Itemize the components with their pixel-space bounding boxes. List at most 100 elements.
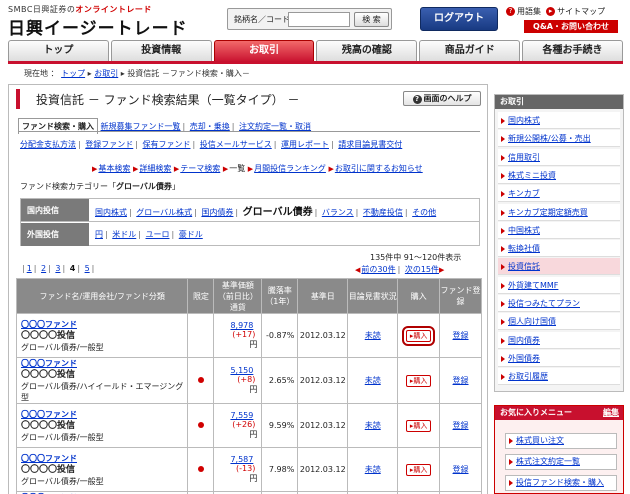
page-2[interactable]: 2: [41, 264, 46, 273]
sidebar-item[interactable]: 外貨建てMMF: [498, 276, 620, 294]
date-cell: 2012.03.12: [297, 357, 349, 404]
monthly-ranking-link[interactable]: 月間投信ランキング: [254, 164, 326, 173]
subnav-orders[interactable]: 注文約定一覧・取消: [239, 122, 311, 131]
tab-balance[interactable]: 残高の確認: [316, 40, 418, 62]
domestic-row: 国内投信 国内株式 | グローバル株式 | 国内債券 | グローバル債券 | バランス |…: [21, 199, 479, 222]
trade-notice-link[interactable]: お取引に関するお知らせ: [335, 164, 423, 173]
domestic-links: 国内株式 | グローバル株式 | 国内債券 | グローバル債券 | バランス | 不動産投…: [95, 206, 437, 218]
favorite-item[interactable]: 投信ファンド検索・購入: [505, 475, 617, 491]
sidebar-item[interactable]: 新規公開株/公募・売出: [498, 130, 620, 148]
prospectus-link[interactable]: 未読: [365, 465, 381, 474]
subnav-holdings[interactable]: 保有ファンド: [143, 140, 191, 149]
buy-button[interactable]: ▸購入: [401, 325, 436, 346]
subnav-registered[interactable]: 登録ファンド: [85, 140, 133, 149]
cat-other[interactable]: その他: [412, 208, 436, 217]
subnav-distribution[interactable]: 分配金支払方法: [20, 140, 76, 149]
buy-button[interactable]: ▸購入: [405, 419, 432, 432]
search-detail[interactable]: 詳細検索: [139, 164, 171, 173]
favorites-edit-link[interactable]: 編集: [603, 406, 619, 420]
fund-name-link[interactable]: 〇〇〇ファンド: [21, 410, 77, 419]
cat-domestic-bond[interactable]: 国内債券: [201, 208, 233, 217]
breadcrumb-trade[interactable]: お取引: [94, 69, 118, 78]
sidebar-item[interactable]: お取引履歴: [498, 368, 620, 386]
sidebar-item[interactable]: 投信つみたてプラン: [498, 295, 620, 312]
register-link[interactable]: 登録: [453, 331, 469, 340]
page-1[interactable]: 1: [27, 264, 32, 273]
register-link[interactable]: 登録: [453, 376, 469, 385]
breadcrumb: 現在地 ： トップ ▸ お取引 ▸ 投資信託 －ファンド検索・購入－: [24, 69, 250, 78]
price-link[interactable]: 7,559: [214, 411, 261, 420]
cat-eur[interactable]: ユーロ: [146, 230, 170, 239]
limited-cell: [187, 403, 215, 448]
sidebar-item[interactable]: 個人向け国債: [498, 313, 620, 331]
fund-name-link[interactable]: 〇〇〇ファンド: [21, 320, 77, 329]
sidebar-item-label: 転換社債: [508, 244, 540, 254]
help-button[interactable]: ? 画面のヘルプ: [403, 91, 481, 106]
buy-button[interactable]: ▸購入: [405, 374, 432, 387]
fund-name-link[interactable]: 〇〇〇ファンド: [21, 359, 77, 368]
search-input[interactable]: [288, 12, 350, 27]
register-cell: 登録: [439, 357, 482, 404]
buy-cell: ▸購入: [397, 357, 441, 404]
prospectus-link[interactable]: 未読: [365, 421, 381, 430]
tab-product-guide[interactable]: 商品ガイド: [419, 40, 521, 62]
register-link[interactable]: 登録: [453, 421, 469, 430]
breadcrumb-prefix: 現在地 ：: [24, 69, 59, 78]
cat-aud[interactable]: 豪ドル: [179, 230, 203, 239]
limited-cell: [187, 357, 215, 404]
prospectus-link[interactable]: 未読: [365, 331, 381, 340]
page-3[interactable]: 3: [55, 264, 60, 273]
subnav-new-funds[interactable]: 新規募集ファンド一覧: [101, 122, 181, 131]
prev-page-link[interactable]: 前の30件: [361, 265, 395, 274]
price-link[interactable]: 5,150: [214, 366, 261, 375]
subnav-sell-switch[interactable]: 売却・乗換: [190, 122, 230, 131]
arrow-icon: ▶: [328, 165, 334, 173]
favorite-item[interactable]: 株式買い注文: [505, 433, 617, 449]
tab-investment-info[interactable]: 投資情報: [110, 40, 212, 62]
cat-domestic-stock[interactable]: 国内株式: [95, 208, 127, 217]
sidebar-item[interactable]: 国内債券: [498, 331, 620, 349]
cat-balance[interactable]: バランス: [322, 208, 354, 217]
cat-jpy[interactable]: 円: [95, 230, 103, 239]
sidebar-item[interactable]: 中国株式: [498, 221, 620, 239]
fund-category: グローバル債券/一般型: [21, 342, 104, 352]
logout-button[interactable]: ログアウト: [420, 7, 498, 31]
subnav-mail-service[interactable]: 投信メールサービス: [200, 140, 272, 149]
brand-logo[interactable]: 日興イージートレード: [8, 14, 188, 39]
sitemap-icon: ▸: [546, 7, 556, 16]
cat-global-stock[interactable]: グローバル株式: [136, 208, 192, 217]
page-5[interactable]: 5: [85, 264, 90, 273]
cat-reit[interactable]: 不動産投信: [363, 208, 403, 217]
search-basic[interactable]: 基本検索: [98, 164, 130, 173]
sidebar-item[interactable]: 信用取引: [498, 148, 620, 166]
sidebar-item[interactable]: 国内株式: [498, 112, 620, 129]
sidebar-item[interactable]: 外国債券: [498, 349, 620, 367]
search-theme[interactable]: テーマ検索: [180, 164, 220, 173]
price-link[interactable]: 7,587: [214, 455, 261, 464]
next-page-link[interactable]: 次の15件: [405, 265, 439, 274]
sidebar-item[interactable]: キンカブ定期定額売買: [498, 203, 620, 221]
tab-trade[interactable]: お取引: [213, 40, 315, 62]
fund-cell: 〇〇〇ファンド 〇〇〇〇投信 グローバル債券/ハイイールド・エマージング型: [15, 357, 189, 404]
fund-name-link[interactable]: 〇〇〇ファンド: [21, 454, 77, 463]
sidebar-item[interactable]: 投資信託: [498, 258, 620, 276]
breadcrumb-top[interactable]: トップ: [61, 69, 85, 78]
favorite-item[interactable]: 株式注文約定一覧: [505, 454, 617, 470]
subnav-reports[interactable]: 運用レポート: [281, 140, 329, 149]
table-row: 〇〇〇ファンド 〇〇〇〇投信 グローバル債券/一般型 8,978 (+17) 円 -0.87…: [15, 313, 482, 358]
glossary-link[interactable]: 用語集: [517, 7, 541, 16]
sidebar-item[interactable]: 株式ミニ投資: [498, 166, 620, 184]
tab-procedures[interactable]: 各種お手続き: [522, 40, 623, 62]
sitemap-link[interactable]: サイトマップ: [557, 7, 605, 16]
sidebar-item[interactable]: 転換社債: [498, 240, 620, 258]
sidebar-item[interactable]: キンカブ: [498, 185, 620, 203]
register-link[interactable]: 登録: [453, 465, 469, 474]
tab-top[interactable]: トップ: [8, 40, 109, 62]
prospectus-link[interactable]: 未読: [365, 376, 381, 385]
price-link[interactable]: 8,978: [214, 321, 261, 330]
subnav-prospectus[interactable]: 請求目論見書交付: [338, 140, 402, 149]
cat-usd[interactable]: 米ドル: [112, 230, 136, 239]
buy-button[interactable]: ▸購入: [405, 463, 432, 476]
search-button[interactable]: 検 索: [354, 12, 389, 27]
qa-contact-button[interactable]: Q&A・お問い合わせ: [524, 20, 618, 33]
